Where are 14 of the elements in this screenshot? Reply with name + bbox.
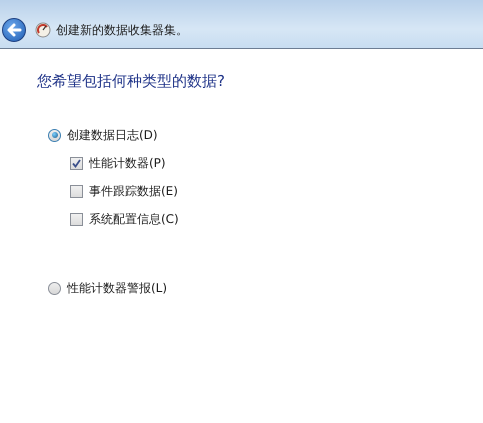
checkbox-option[interactable]: 事件跟踪数据(E) [70,177,483,205]
checkbox[interactable] [70,156,83,170]
back-button[interactable] [2,18,26,42]
question-heading: 您希望包括何种类型的数据? [37,72,226,91]
radio-button[interactable] [48,128,61,142]
checkbox-option[interactable]: 系统配置信息(C) [70,205,483,233]
radio-option[interactable]: 创建数据日志(D) [48,121,483,149]
gauge-icon [35,22,51,38]
radio-button[interactable] [48,282,61,294]
checkbox[interactable] [70,212,83,226]
checkbox-option[interactable]: 性能计数器(P) [70,149,483,177]
wizard-title: 创建新的数据收集器集。 [56,22,188,38]
radio-option[interactable]: 性能计数器警报(L) [48,274,483,302]
checkbox[interactable] [70,184,83,198]
